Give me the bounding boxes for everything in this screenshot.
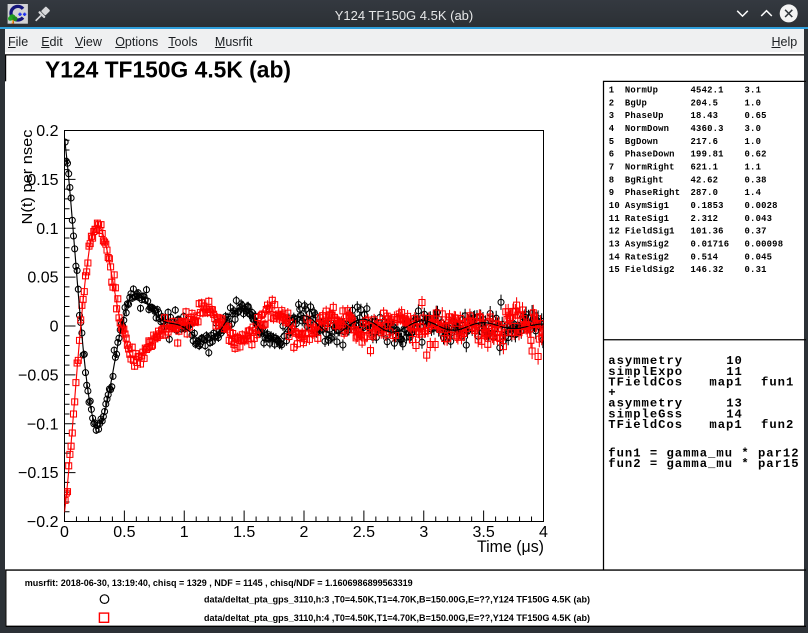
svg-text:data/deltat_pta_gps_3110,h:3 ,: data/deltat_pta_gps_3110,h:3 ,T0=4.50K,T… — [204, 594, 590, 604]
svg-text:−0.1: −0.1 — [27, 416, 59, 433]
svg-text:NormDown: NormDown — [625, 124, 669, 134]
svg-text:fun2: fun2 — [761, 418, 794, 432]
svg-text:2: 2 — [609, 98, 615, 108]
svg-text:TFieldCos: TFieldCos — [608, 375, 683, 389]
svg-text:Time (μs): Time (μs) — [477, 538, 544, 556]
svg-text:1.5: 1.5 — [233, 524, 255, 541]
svg-text:0.00098: 0.00098 — [745, 239, 784, 249]
svg-text:map1: map1 — [709, 418, 742, 432]
svg-text:4542.1: 4542.1 — [691, 86, 724, 96]
svg-text:199.81: 199.81 — [691, 150, 724, 160]
svg-text:621.1: 621.1 — [691, 163, 719, 173]
svg-text:0.37: 0.37 — [745, 227, 767, 237]
svg-text:fun2 = gamma_mu * par15: fun2 = gamma_mu * par15 — [608, 457, 799, 471]
svg-text:PhaseDown: PhaseDown — [625, 150, 675, 160]
svg-text:0.1853: 0.1853 — [691, 201, 724, 211]
svg-text:FieldSig1: FieldSig1 — [625, 227, 675, 237]
svg-text:1.0: 1.0 — [745, 98, 762, 108]
svg-text:AsymSig2: AsymSig2 — [625, 239, 669, 249]
svg-text:15: 15 — [609, 265, 620, 275]
svg-text:BgRight: BgRight — [625, 175, 664, 185]
svg-text:Y124 TF150G 4.5K (ab): Y124 TF150G 4.5K (ab) — [45, 57, 291, 83]
svg-text:11: 11 — [609, 214, 620, 224]
svg-text:fun1: fun1 — [761, 375, 794, 389]
svg-text:BgDown: BgDown — [625, 137, 658, 147]
svg-text:PhaseUp: PhaseUp — [625, 111, 664, 121]
svg-text:101.36: 101.36 — [691, 227, 724, 237]
svg-text:musrfit: 2018-06-30, 13:19:40,: musrfit: 2018-06-30, 13:19:40, chisq = 1… — [25, 578, 413, 588]
svg-text:N(t) per nsec: N(t) per nsec — [20, 130, 36, 225]
svg-text:0.1: 0.1 — [36, 221, 58, 238]
svg-text:0.62: 0.62 — [745, 150, 767, 160]
svg-text:204.5: 204.5 — [691, 98, 719, 108]
svg-text:0: 0 — [60, 524, 69, 541]
svg-text:RateSig2: RateSig2 — [625, 252, 669, 262]
svg-text:0.31: 0.31 — [745, 265, 767, 275]
svg-text:−0.15: −0.15 — [18, 465, 59, 482]
svg-text:6: 6 — [609, 150, 615, 160]
svg-text:8: 8 — [609, 175, 615, 185]
svg-text:13: 13 — [609, 239, 620, 249]
svg-text:1: 1 — [180, 524, 189, 541]
svg-text:217.6: 217.6 — [691, 137, 719, 147]
svg-text:0: 0 — [50, 319, 59, 336]
svg-text:0.2: 0.2 — [36, 123, 58, 140]
svg-text:−0.05: −0.05 — [18, 368, 59, 385]
svg-text:18.43: 18.43 — [691, 111, 719, 121]
svg-text:7: 7 — [609, 163, 615, 173]
svg-text:0.65: 0.65 — [745, 111, 767, 121]
svg-text:BgUp: BgUp — [625, 98, 647, 108]
svg-text:data/deltat_pta_gps_3110,h:4 ,: data/deltat_pta_gps_3110,h:4 ,T0=4.50K,T… — [204, 613, 590, 623]
svg-text:42.62: 42.62 — [691, 175, 719, 185]
svg-text:map1: map1 — [709, 375, 742, 389]
svg-text:0.01716: 0.01716 — [691, 239, 730, 249]
svg-text:TFieldCos: TFieldCos — [608, 418, 683, 432]
svg-text:AsymSig1: AsymSig1 — [625, 201, 669, 211]
svg-text:0.045: 0.045 — [745, 252, 773, 262]
svg-text:2.5: 2.5 — [353, 524, 375, 541]
svg-text:1: 1 — [609, 86, 615, 96]
svg-text:1.1: 1.1 — [745, 163, 762, 173]
svg-text:14: 14 — [609, 252, 621, 262]
svg-text:146.32: 146.32 — [691, 265, 724, 275]
svg-text:−0.2: −0.2 — [27, 514, 59, 531]
svg-text:1.4: 1.4 — [745, 188, 762, 198]
svg-text:PhaseRight: PhaseRight — [625, 188, 680, 198]
svg-text:287.0: 287.0 — [691, 188, 719, 198]
svg-text:0.05: 0.05 — [27, 270, 58, 287]
svg-text:5: 5 — [609, 137, 615, 147]
svg-text:4: 4 — [609, 124, 615, 134]
svg-text:0.514: 0.514 — [691, 252, 719, 262]
svg-text:4360.3: 4360.3 — [691, 124, 724, 134]
svg-text:12: 12 — [609, 227, 620, 237]
svg-text:2.312: 2.312 — [691, 214, 719, 224]
svg-text:9: 9 — [609, 188, 615, 198]
svg-text:3: 3 — [609, 111, 615, 121]
svg-text:2: 2 — [300, 524, 309, 541]
svg-text:3: 3 — [419, 524, 428, 541]
svg-text:NormUp: NormUp — [625, 86, 658, 96]
svg-text:0.043: 0.043 — [745, 214, 773, 224]
svg-text:3.0: 3.0 — [745, 124, 762, 134]
svg-text:FieldSig2: FieldSig2 — [625, 265, 675, 275]
svg-text:10: 10 — [609, 201, 620, 211]
svg-text:RateSig1: RateSig1 — [625, 214, 669, 224]
svg-text:0.38: 0.38 — [745, 175, 767, 185]
svg-text:0.0028: 0.0028 — [745, 201, 778, 211]
svg-text:3.1: 3.1 — [745, 86, 762, 96]
svg-text:0.5: 0.5 — [113, 524, 135, 541]
svg-text:NormRight: NormRight — [625, 163, 675, 173]
svg-text:1.0: 1.0 — [745, 137, 762, 147]
